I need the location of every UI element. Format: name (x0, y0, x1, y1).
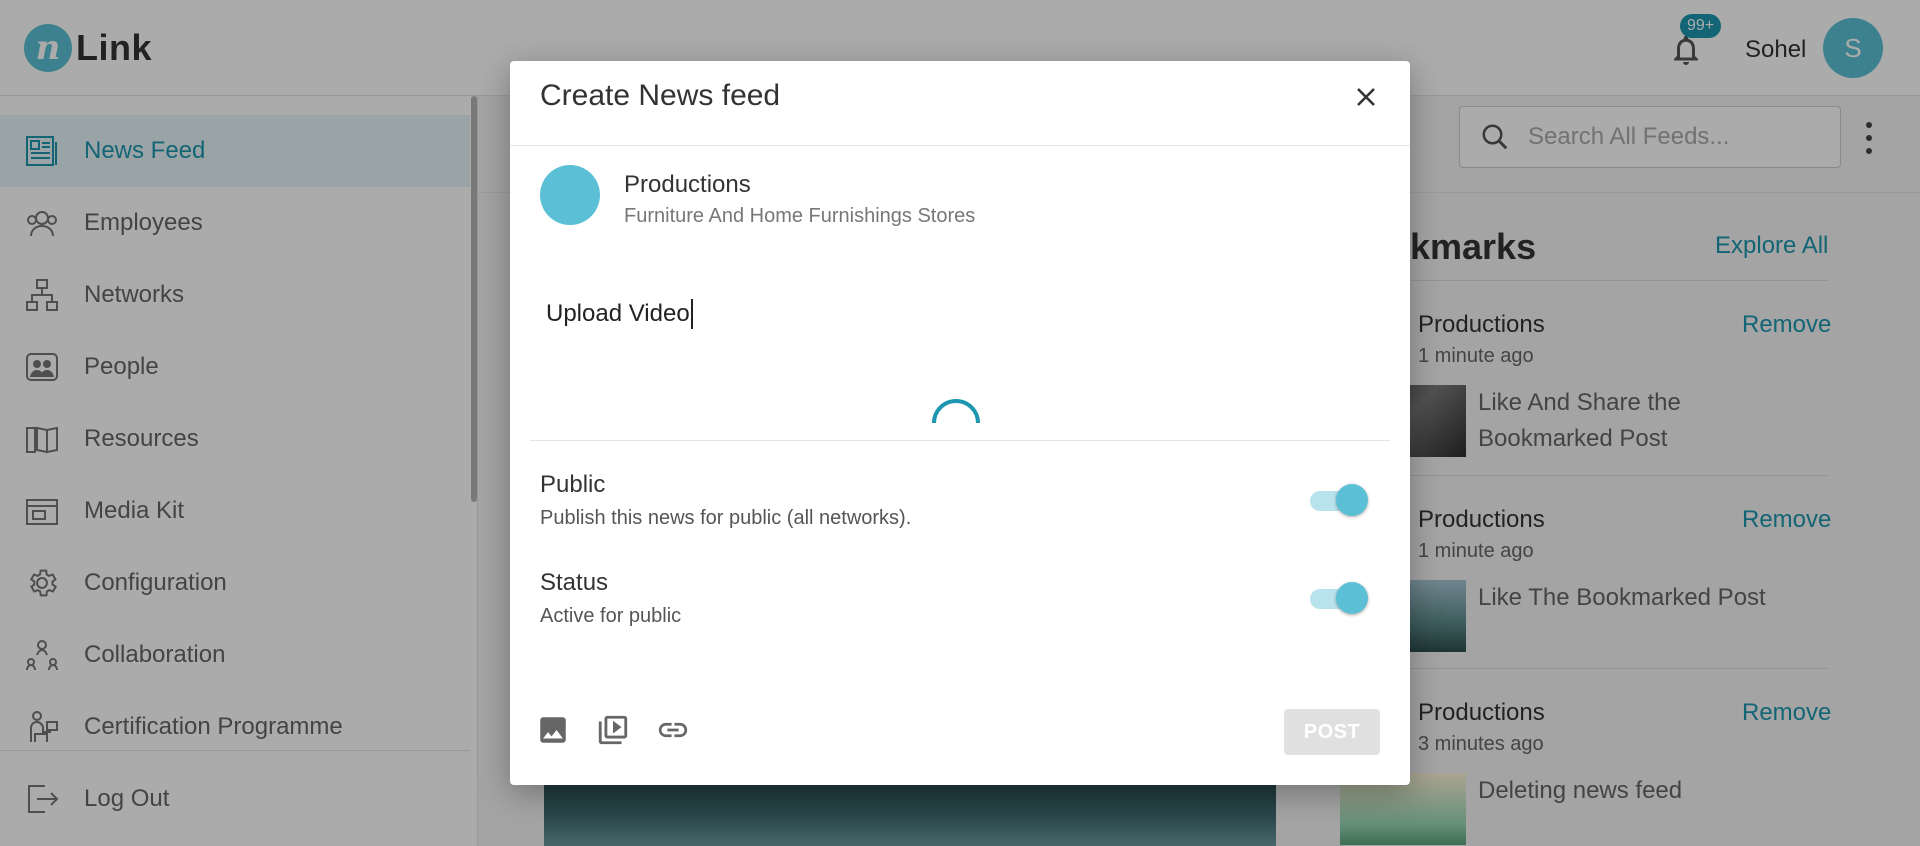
post-text-value: Upload Video (546, 300, 690, 327)
close-icon[interactable] (1354, 85, 1378, 109)
image-upload-icon[interactable] (536, 713, 570, 747)
org-avatar (540, 165, 600, 225)
create-news-feed-dialog: Create News feed Productions Furniture A… (510, 61, 1410, 785)
video-upload-icon[interactable] (596, 713, 630, 747)
public-toggle[interactable] (1310, 482, 1368, 518)
org-category: Furniture And Home Furnishings Stores (624, 205, 976, 227)
link-icon[interactable] (656, 713, 690, 747)
status-option-title: Status (540, 569, 609, 596)
content-divider (530, 440, 1390, 441)
loading-spinner-icon (932, 399, 980, 424)
text-caret (690, 299, 693, 329)
toggle-knob (1336, 484, 1368, 516)
dialog-title: Create News feed (540, 79, 781, 112)
toggle-knob (1336, 582, 1368, 614)
post-button[interactable]: POST (1284, 709, 1380, 755)
status-option-desc: Active for public (540, 605, 682, 627)
post-text-input[interactable]: Upload Video (546, 299, 693, 329)
public-option-desc: Publish this news for public (all networ… (540, 507, 912, 529)
status-toggle[interactable] (1310, 580, 1368, 616)
dialog-header-divider (510, 145, 1410, 146)
org-name: Productions (624, 171, 751, 198)
public-option-title: Public (540, 471, 606, 498)
